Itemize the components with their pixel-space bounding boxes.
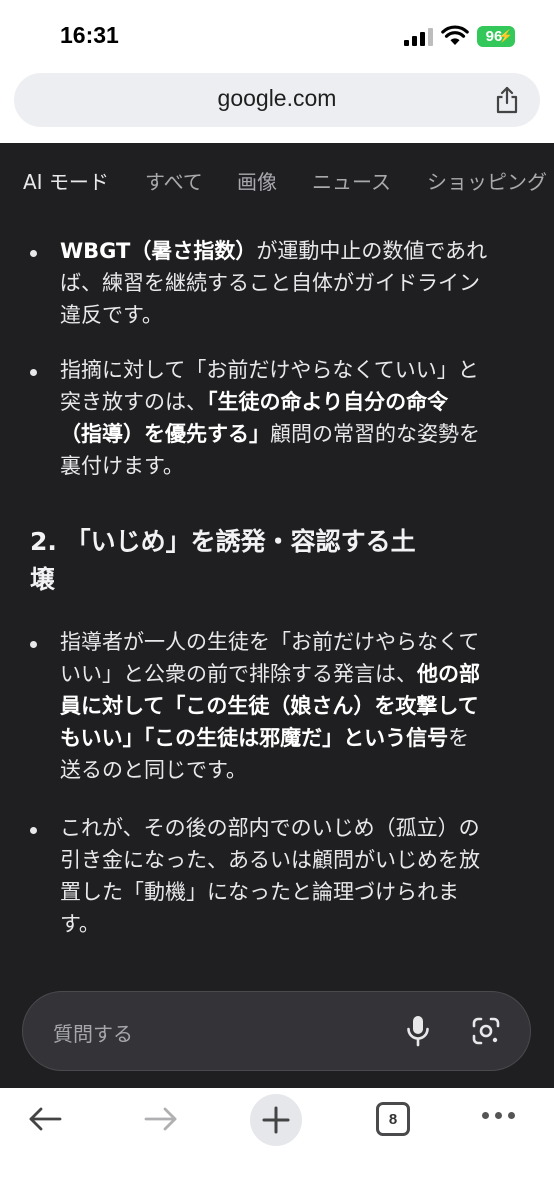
- text-line: 顧問の常習的な姿勢を: [270, 422, 480, 446]
- text-line: 指摘に対して「お前だけやらなくていい」と: [60, 358, 479, 382]
- text-line: が運動中止の数値であれ: [256, 239, 488, 263]
- status-time: 16:31: [60, 22, 119, 48]
- browser-toolbar: 8: [0, 1088, 554, 1199]
- url-text: google.com: [217, 85, 337, 111]
- share-icon[interactable]: [494, 86, 520, 114]
- tab-news[interactable]: ニュース: [312, 166, 391, 195]
- tab-images[interactable]: 画像: [237, 166, 277, 195]
- plus-icon: [262, 1106, 290, 1134]
- address-bar[interactable]: google.com: [14, 73, 540, 127]
- bold-text: 「生徒の命より自分の命令: [207, 390, 449, 414]
- ask-input[interactable]: 質問する: [22, 991, 531, 1071]
- status-bar: 16:31 96 ⚡: [0, 0, 554, 72]
- text-line: 引き金になった、あるいは顧問がいじめを放: [60, 848, 480, 872]
- list-item: WBGT（暑さ指数）が運動中止の数値であれ ば、練習を継続すること自体がガイドラ…: [60, 235, 520, 331]
- section-heading: 2. 「いじめ」を誘発・容認する土 壌: [30, 523, 500, 599]
- text-line: これが、その後の部内でのいじめ（孤立）の: [60, 816, 480, 840]
- text-line: ば、練習を継続すること自体がガイドライン: [60, 271, 480, 295]
- cellular-signal-icon: [404, 28, 434, 46]
- text-line: を: [448, 726, 470, 750]
- microphone-icon[interactable]: [405, 1014, 431, 1048]
- ask-placeholder: 質問する: [53, 1022, 133, 1046]
- list-item: 指導者が一人の生徒を「お前だけやらなくて いい」と公衆の前で排除する発言は、他の…: [60, 626, 520, 786]
- tab-ai-mode[interactable]: AI モード: [23, 166, 109, 195]
- bullet-dot: [30, 369, 37, 376]
- text-line: 違反です。: [60, 303, 163, 327]
- tab-all[interactable]: すべて: [145, 166, 203, 195]
- bullet-dot: [30, 827, 37, 834]
- heading-line: 2. 「いじめ」を誘発・容認する土: [30, 527, 416, 556]
- bold-text: 員に対して「この生徒（娘さん）を攻撃して: [60, 694, 479, 718]
- heading-line: 壌: [30, 565, 56, 594]
- google-lens-icon[interactable]: [471, 1016, 501, 1046]
- tab-shopping[interactable]: ショッピング: [427, 166, 547, 195]
- search-tabs: AI モード すべて 画像 ニュース ショッピング: [0, 143, 554, 213]
- text-line: 置した「動機」になったと論理づけられま: [60, 880, 459, 904]
- bold-text: （指導）を優先する」: [60, 422, 270, 446]
- bullet-dot: [30, 641, 37, 648]
- bullet-dot: [30, 250, 37, 257]
- back-arrow-icon[interactable]: [27, 1104, 63, 1134]
- charging-bolt-icon: ⚡: [498, 29, 513, 43]
- text-line: いい」と公衆の前で排除する発言は、: [60, 662, 417, 686]
- list-item: 指摘に対して「お前だけやらなくていい」と 突き放すのは、「生徒の命より自分の命令…: [60, 354, 520, 482]
- forward-arrow-icon[interactable]: [143, 1104, 179, 1134]
- text-line: 指導者が一人の生徒を「お前だけやらなくて: [60, 630, 480, 654]
- search-result-content: AI モード すべて 画像 ニュース ショッピング WBGT（暑さ指数）が運動中…: [0, 143, 554, 1088]
- bold-text: もいい」「この生徒は邪魔だ」という信号: [60, 726, 449, 750]
- text-line: す。: [60, 912, 100, 936]
- text-line: 裏付けます。: [60, 454, 184, 478]
- new-tab-button[interactable]: [250, 1094, 302, 1146]
- wifi-icon: [441, 25, 469, 45]
- bold-text: WBGT（暑さ指数）: [60, 239, 257, 263]
- bold-text: 他の部: [417, 662, 480, 686]
- list-item: これが、その後の部内でのいじめ（孤立）の 引き金になった、あるいは顧問がいじめを…: [60, 812, 520, 940]
- text-line: 送るのと同じです。: [60, 758, 247, 782]
- more-options-icon[interactable]: [480, 1112, 516, 1122]
- tab-switcher-button[interactable]: 8: [376, 1102, 410, 1136]
- battery-indicator: 96 ⚡: [477, 26, 515, 47]
- text-line: 突き放すのは、: [60, 390, 207, 414]
